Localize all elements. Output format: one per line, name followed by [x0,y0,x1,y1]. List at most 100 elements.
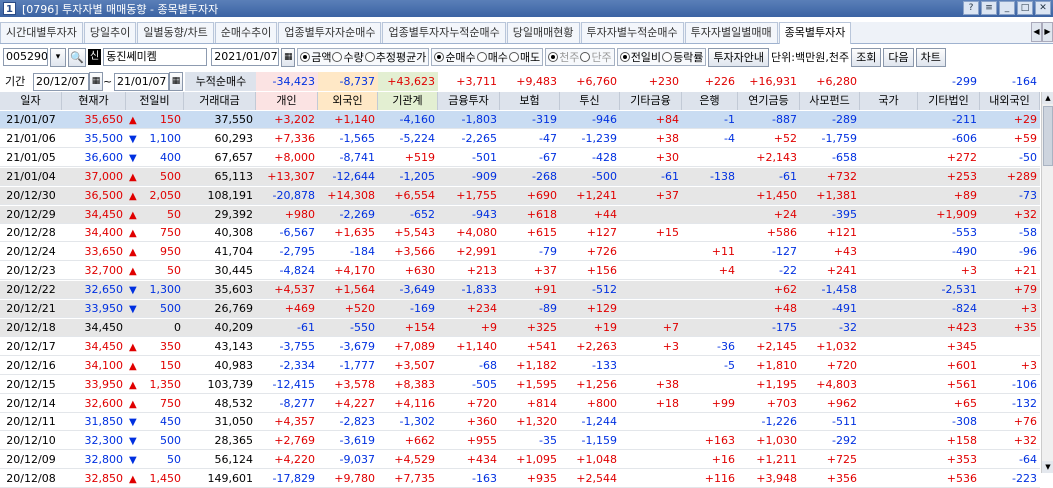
radio-radios1-1[interactable] [332,52,343,62]
tab-2[interactable]: 일별동향/차트 [137,22,214,43]
tab-8[interactable]: 투자자별일별매매 [684,22,778,43]
table-cell: +2,145 [756,339,797,353]
close-icon[interactable]: ✕ [1035,1,1051,15]
vertical-scrollbar[interactable]: ▲ ▼ [1041,92,1053,473]
column-header[interactable]: 거래대금 [184,92,256,110]
maximize-icon[interactable]: □ [1017,1,1033,15]
tab-next-icon[interactable]: ▶ [1042,22,1053,42]
tab-3[interactable]: 순매수추이 [214,22,278,43]
table-cell: 20/12/28 [6,226,56,240]
tab-0[interactable]: 시간대별투자자 [0,22,83,43]
column-header[interactable]: 연기금등 [738,92,800,110]
table-cell: -550 [350,320,375,334]
table-row[interactable]: 20/12/22 32,650 1,300 35,603 +4,537 +1,564 -3,… [0,281,1040,300]
scroll-up-icon[interactable]: ▲ [1042,92,1053,104]
minimize-icon[interactable]: _ [999,1,1015,15]
table-cell [620,243,682,261]
tab-4[interactable]: 업종별투자자순매수 [278,22,382,43]
table-row[interactable]: 20/12/18 34,450 0 40,209 -61 -550 +154 +9 +325 +1… [0,318,1040,337]
calendar-icon[interactable]: ▦ [89,72,103,91]
table-row[interactable]: 20/12/16 34,100 150 40,983 -2,334 -1,777 +3,50… [0,357,1040,375]
table-row[interactable]: 21/01/05 36,600 400 67,657 +8,000 -8,741 +519 -… [0,149,1040,167]
table-row[interactable]: 20/12/17 34,450 350 43,143 -3,755 -3,679 +7,08… [0,338,1040,356]
radio-label: 천주 [559,51,580,64]
tab-6[interactable]: 당일매매현황 [506,22,580,43]
to-date-input[interactable]: 21/01/07 [114,73,169,91]
table-row[interactable]: 20/12/30 36,500 2,050 108,191 -20,878 +14,308… [0,186,1040,205]
table-cell: -824 [952,302,977,315]
table-cell: +800 [586,396,617,410]
column-header[interactable]: 현재가 [62,92,126,110]
radio-radios3-1[interactable] [580,52,591,62]
column-header[interactable]: 국가 [860,92,918,110]
scroll-down-icon[interactable]: ▼ [1042,461,1053,473]
scroll-thumb[interactable] [1043,106,1053,166]
column-header[interactable]: 전일비 [126,92,184,110]
date-input[interactable]: 2021/01/07 [211,48,280,66]
table-cell: -8,277 [279,396,315,410]
table-row[interactable]: 20/12/29 34,450 50 29,392 +980 -2,269 -652 -943… [0,205,1040,224]
next-button[interactable]: 다음 [883,47,914,67]
down-arrow-icon [129,281,137,299]
radio-radios2-2[interactable] [508,52,519,62]
chart-button[interactable]: 차트 [915,47,946,67]
calendar-icon[interactable]: ▦ [281,47,296,67]
tab-9[interactable]: 종목별투자자 [778,22,852,44]
column-header[interactable]: 기타법인 [918,92,980,110]
table-cell: 67,657 [214,150,254,164]
table-cell: +1,241 [576,188,617,202]
tab-5[interactable]: 업종별투자자누적순매수 [382,22,506,43]
query-button[interactable]: 조회 [851,47,882,67]
change-cell: 50 [126,262,184,280]
column-header[interactable]: 보험 [500,92,560,110]
table-row[interactable]: 20/12/11 31,850 450 31,050 +4,357 -2,823 -1,30… [0,413,1040,432]
table-row[interactable]: 20/12/28 34,400 750 40,308 -6,567 +1,635 +5,54… [0,224,1040,243]
table-cell: +7,089 [394,339,435,353]
table-row[interactable]: 20/12/10 32,300 500 28,365 +2,769 -3,619 +662 +… [0,432,1040,451]
table-row[interactable]: 20/12/24 33,650 950 41,704 -2,795 -184 +3,566 +… [0,243,1040,262]
column-header[interactable]: 사모펀드 [800,92,860,110]
radio-radios4-0[interactable] [619,52,630,62]
table-row[interactable]: 20/12/15 33,950 1,350 103,739 -12,415 +3,578 +… [0,376,1040,394]
table-row[interactable]: 20/12/14 32,600 750 48,532 -8,277 +4,227 +4,11… [0,395,1040,413]
table-cell: -138 [710,169,735,183]
column-header[interactable]: 투신 [560,92,620,110]
radio-radios2-0[interactable] [434,52,445,62]
column-header[interactable]: 금융투자 [438,92,500,110]
table-cell: 32,300 [84,434,124,448]
stock-code-input[interactable]: 005290 [3,48,48,66]
table-row[interactable]: 20/12/21 33,950 500 26,769 +469 +520 -169 +234 -… [0,300,1040,318]
tab-prev-icon[interactable]: ◀ [1031,22,1042,42]
table-cell: -943 [472,207,497,221]
column-header[interactable]: 은행 [682,92,738,110]
from-date-input[interactable]: 20/12/07 [33,73,89,91]
radio-radios1-0[interactable] [300,52,311,62]
radio-radios2-1[interactable] [476,52,487,62]
dropdown-icon[interactable]: ▾ [50,47,66,67]
search-icon[interactable]: 🔍 [68,47,86,67]
calendar-icon[interactable]: ▦ [169,72,183,91]
investor-guide-button[interactable]: 투자자안내 [708,47,770,67]
radio-radios1-2[interactable] [364,52,375,62]
table-cell: -1,226 [761,415,797,429]
table-cell [860,187,918,205]
column-header[interactable]: 외국인 [318,92,378,110]
column-header[interactable]: 개인 [256,92,318,110]
tab-1[interactable]: 당일추이 [83,22,137,43]
table-row[interactable]: 21/01/04 37,000 500 65,113 +13,307 -12,644 -1,… [0,167,1040,186]
column-header[interactable]: 기타금융 [620,92,682,110]
radio-radios3-0[interactable] [548,52,559,62]
column-header[interactable]: 내외국인 [980,92,1040,110]
radio-radios4-1[interactable] [662,52,673,62]
column-header[interactable]: 기관계 [378,92,438,110]
tab-7[interactable]: 투자자별누적순매수 [580,22,684,43]
help-icon[interactable]: ? [963,1,979,15]
menu-icon[interactable]: ≡ [981,1,997,15]
table-cell: 29,392 [214,207,254,221]
table-row[interactable]: 20/12/09 32,800 50 56,124 +4,220 -9,037 +4,529… [0,451,1040,470]
table-row[interactable]: 20/12/23 32,700 50 30,445 -4,824 +4,170 +630 +2… [0,262,1040,281]
table-cell: +13,307 [267,169,315,183]
table-row[interactable]: 21/01/07 35,650 150 37,550 +3,202 +1,140 -4,16… [0,111,1040,129]
column-header[interactable]: 일자 [0,92,62,110]
table-row[interactable]: 21/01/06 35,500 1,100 60,293 +7,336 -1,565 -5,… [0,130,1040,148]
